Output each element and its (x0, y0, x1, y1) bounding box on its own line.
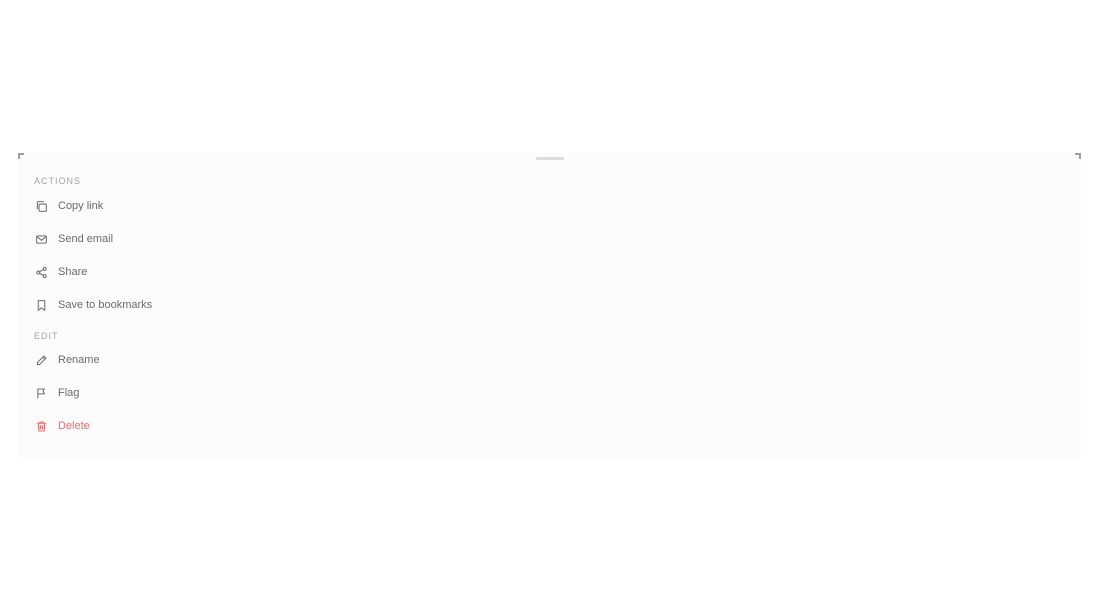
flag-label: Flag (58, 387, 80, 399)
share-icon (34, 265, 48, 279)
sheet-corner-top-left (18, 153, 24, 159)
copy-link-label: Copy link (58, 200, 104, 212)
delete-button[interactable]: Delete (32, 412, 98, 440)
send-email-button[interactable]: Send email (32, 225, 121, 253)
pencil-icon (34, 353, 48, 367)
save-to-bookmarks-label: Save to bookmarks (58, 299, 153, 311)
flag-icon (34, 386, 48, 400)
bottom-sheet: ACTIONS Copy link Send email Share Save … (18, 153, 1081, 458)
delete-label: Delete (58, 420, 90, 432)
section-label-actions: ACTIONS (34, 176, 82, 186)
save-to-bookmarks-button[interactable]: Save to bookmarks (32, 291, 160, 319)
trash-icon (34, 419, 48, 433)
section-label-edit: EDIT (34, 331, 59, 341)
drag-handle[interactable] (536, 157, 564, 160)
rename-button[interactable]: Rename (32, 346, 108, 374)
copy-link-button[interactable]: Copy link (32, 192, 111, 220)
rename-label: Rename (58, 354, 100, 366)
send-email-label: Send email (58, 233, 114, 245)
sheet-corner-top-right (1075, 153, 1081, 159)
copy-icon (34, 199, 48, 213)
flag-button[interactable]: Flag (32, 379, 87, 407)
share-button[interactable]: Share (32, 258, 95, 286)
mail-icon (34, 232, 48, 246)
bookmark-icon (34, 298, 48, 312)
share-label: Share (58, 266, 88, 278)
